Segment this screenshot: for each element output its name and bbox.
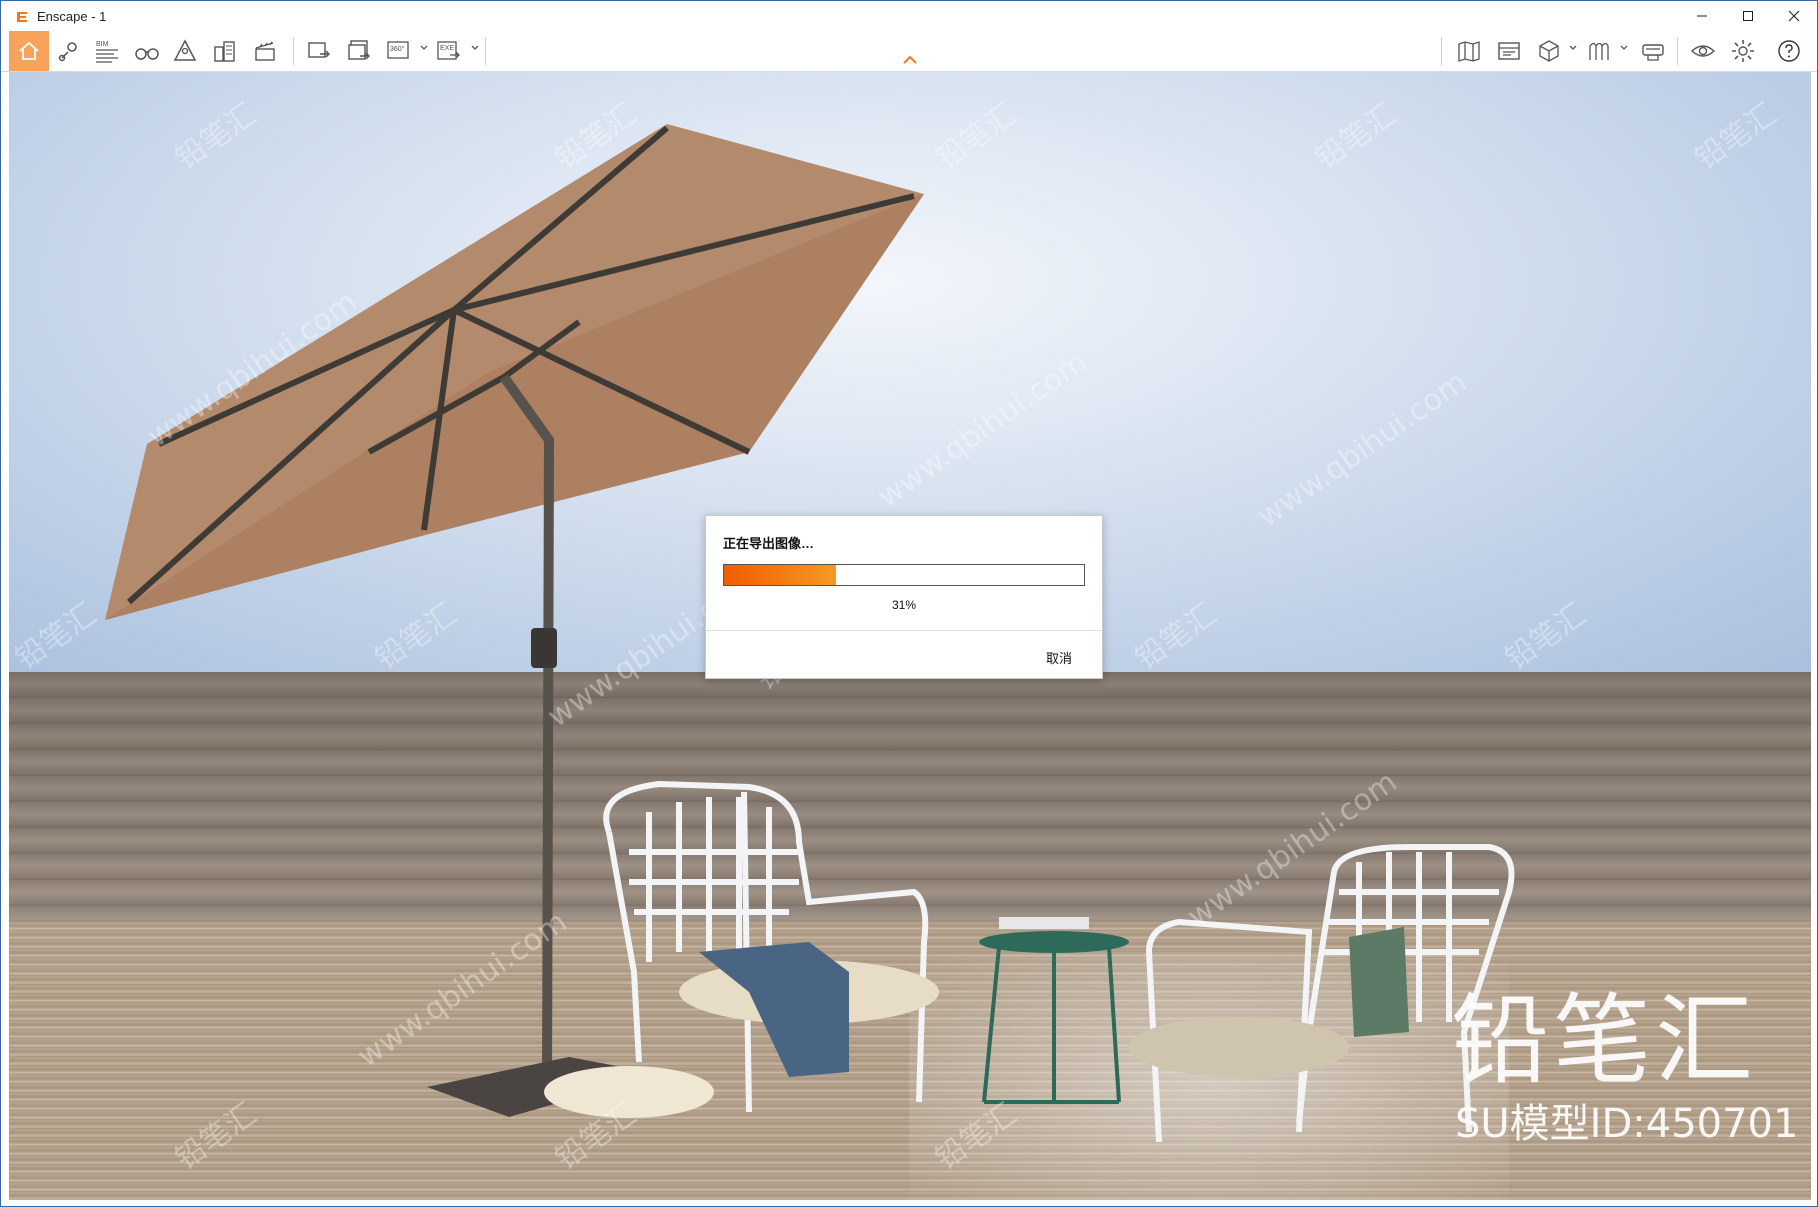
settings-gear-icon: [1732, 40, 1754, 62]
help-button[interactable]: [1771, 33, 1807, 69]
dialog-title: 正在导出图像…: [723, 536, 815, 551]
vr-headset-icon: [1642, 44, 1664, 61]
binoculars-icon: [135, 48, 159, 60]
close-icon: [1788, 10, 1800, 22]
view-cube-icon: [1539, 40, 1559, 62]
progress-bar-fill: [724, 565, 836, 585]
side-table-top: [979, 931, 1129, 953]
panorama-label: 360°: [390, 45, 405, 53]
enscape-logo-icon: [17, 12, 27, 22]
asset-library-button[interactable]: [1491, 33, 1527, 69]
help-icon: [1778, 40, 1800, 62]
maximize-icon: [1743, 11, 1753, 21]
screenshot-button[interactable]: [301, 33, 337, 69]
batch-export-button[interactable]: [341, 33, 377, 69]
close-button[interactable]: [1771, 1, 1817, 31]
location-pin-icon: [58, 42, 77, 62]
eye-icon: [1690, 45, 1716, 57]
bim-button[interactable]: BIM: [89, 33, 125, 69]
visual-settings-button[interactable]: [1685, 33, 1721, 69]
exe-export-button[interactable]: EXE: [431, 33, 467, 69]
screenshot-export-icon: [308, 42, 330, 58]
vr-headset-button[interactable]: [1635, 33, 1671, 69]
materials-dropdown-icon[interactable]: [1619, 43, 1629, 53]
video-editor-button[interactable]: [247, 33, 283, 69]
dialog-divider: [706, 630, 1102, 631]
toolbar-separator: [1441, 37, 1442, 65]
fly-mode-button[interactable]: [129, 33, 165, 69]
exe-export-icon: EXE: [437, 41, 460, 60]
right-chair-pillow: [1349, 927, 1409, 1037]
buildings-icon: [214, 41, 235, 62]
view-cube-button[interactable]: [1531, 33, 1567, 69]
map-icon: [1458, 41, 1480, 62]
watermark-model-id: SU模型ID:450701: [1455, 1101, 1799, 1147]
toolbar-separator: [293, 37, 294, 65]
side-table-legs: [982, 946, 1121, 1104]
minimize-icon: [1697, 15, 1707, 17]
cancel-button[interactable]: 取消: [1046, 648, 1072, 667]
enscape-window: Enscape - 1 BIM 360° EXE www.qbihui.com …: [0, 0, 1818, 1207]
progress-bar: [723, 564, 1085, 586]
location-button[interactable]: [51, 33, 87, 69]
exe-label: EXE: [440, 45, 454, 52]
clapper-icon: [255, 41, 275, 61]
progress-percent: 31%: [891, 598, 917, 612]
toolbar-separator: [1677, 37, 1678, 65]
watermark-brand-large: 铅笔汇: [1451, 984, 1758, 1098]
walk-mode-button[interactable]: [167, 33, 203, 69]
bim-icon: BIM: [96, 41, 118, 63]
batch-export-icon: [348, 40, 370, 60]
collapse-toolbar-icon[interactable]: [902, 55, 918, 65]
toolbar-separator: [485, 37, 486, 65]
materials-icon: [1589, 42, 1609, 60]
window-controls: [1679, 1, 1817, 31]
materials-button[interactable]: [1581, 33, 1617, 69]
bim-label: BIM: [96, 41, 109, 48]
exe-dropdown-icon[interactable]: [470, 43, 480, 53]
panorama-360-icon: 360°: [387, 41, 409, 59]
home-icon: [19, 41, 39, 60]
maximize-button[interactable]: [1725, 1, 1771, 31]
window-title: Enscape - 1: [37, 8, 107, 24]
floor-pillow: [544, 1066, 714, 1118]
title-bar: Enscape - 1: [1, 1, 1817, 31]
enscape-toolbar: BIM 360° EXE: [1, 31, 1817, 72]
buildings-button[interactable]: [207, 33, 243, 69]
right-chair-cushion: [1129, 1017, 1349, 1077]
home-button[interactable]: [9, 31, 49, 71]
minimize-button[interactable]: [1679, 1, 1725, 31]
tray: [999, 917, 1089, 929]
settings-button[interactable]: [1725, 33, 1761, 69]
export-progress-dialog: 正在导出图像… 31% 取消: [705, 515, 1103, 679]
view-cube-dropdown-icon[interactable]: [1568, 43, 1578, 53]
asset-library-icon: [1498, 42, 1520, 60]
panorama-button[interactable]: 360°: [381, 33, 417, 69]
map-button[interactable]: [1451, 33, 1487, 69]
panorama-dropdown-icon[interactable]: [419, 43, 429, 53]
walk-mode-icon: [173, 39, 197, 61]
umbrella-crank: [531, 628, 557, 668]
